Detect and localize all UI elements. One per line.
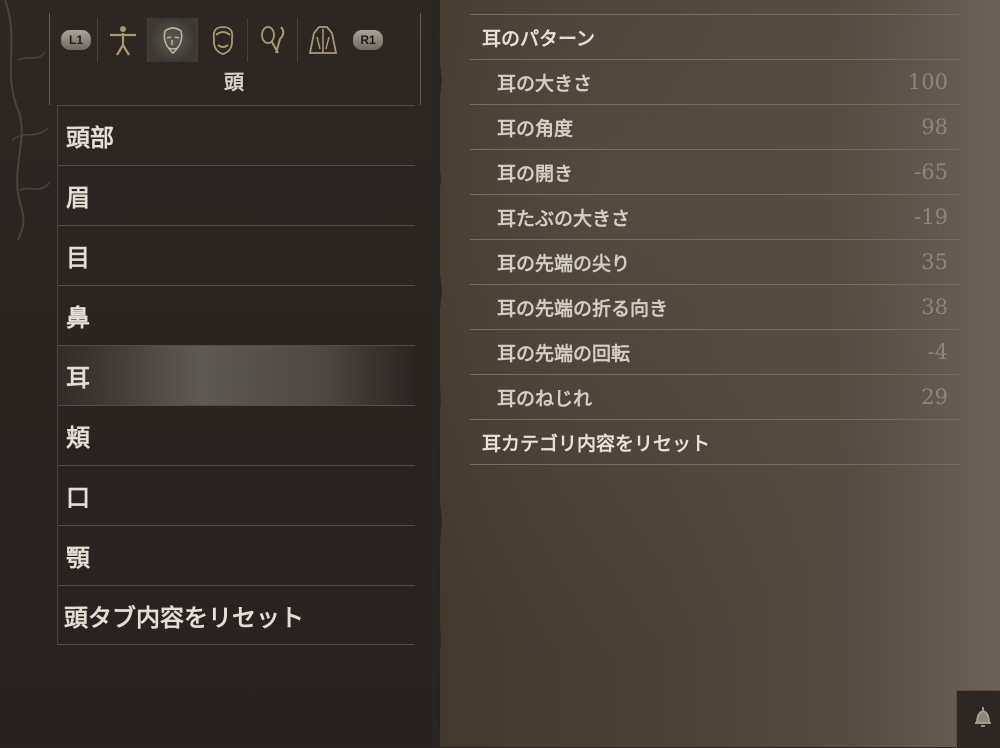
param-value: 98 xyxy=(921,115,948,139)
category-item-nose[interactable]: 鼻 xyxy=(58,285,415,345)
category-list: 頭部 眉 目 鼻 耳 頬 口 顎 頭タブ内容をリセット xyxy=(57,105,415,645)
category-item-eyes[interactable]: 目 xyxy=(58,225,415,285)
param-ear-tip-fold[interactable]: 耳の先端の折る向き 38 xyxy=(470,284,960,329)
param-value: 35 xyxy=(921,250,948,274)
param-ear-tip-pointiness[interactable]: 耳の先端の尖り 35 xyxy=(470,239,960,284)
param-value: 29 xyxy=(921,385,948,409)
param-ear-angle[interactable]: 耳の角度 98 xyxy=(470,104,960,149)
ear-pattern-label: 耳のパターン xyxy=(482,27,596,50)
l1-bumper-button[interactable]: L1 xyxy=(61,30,91,50)
param-label: 耳の開き xyxy=(497,162,574,185)
reset-ear-label: 耳カテゴリ内容をリセット xyxy=(482,432,711,455)
category-item-ears[interactable]: 耳 xyxy=(58,345,415,405)
tab-tools[interactable] xyxy=(247,18,297,62)
param-ear-tip-rotation[interactable]: 耳の先端の回転 -4 xyxy=(470,329,960,374)
ear-pattern-button[interactable]: 耳のパターン xyxy=(470,14,960,59)
face-icon xyxy=(163,27,182,55)
tab-head[interactable] xyxy=(147,18,197,62)
param-label: 耳の角度 xyxy=(497,117,574,140)
torn-edge-decoration xyxy=(432,0,442,747)
param-value: -4 xyxy=(927,340,948,364)
body-icon xyxy=(109,26,136,56)
hair-icon xyxy=(212,26,233,55)
reset-ear-category-button[interactable]: 耳カテゴリ内容をリセット xyxy=(470,419,960,465)
reset-head-tab-button[interactable]: 頭タブ内容をリセット xyxy=(58,585,415,645)
param-ear-size[interactable]: 耳の大きさ 100 xyxy=(470,59,960,104)
bell-icon xyxy=(975,707,991,727)
category-item-jaw[interactable]: 顎 xyxy=(58,525,415,585)
category-item-mouth[interactable]: 口 xyxy=(58,465,415,525)
category-item-scalp[interactable]: 頭部 xyxy=(58,105,415,165)
param-label: 耳のねじれ xyxy=(497,387,593,410)
tab-hair[interactable] xyxy=(197,18,247,62)
corner-widget[interactable] xyxy=(956,690,1000,748)
torso-icon xyxy=(308,26,337,54)
param-value: 100 xyxy=(907,70,948,94)
param-value: 38 xyxy=(921,295,948,319)
param-value: -65 xyxy=(914,160,948,184)
tab-title: 頭 xyxy=(224,70,244,94)
param-value: -19 xyxy=(914,205,948,229)
tab-torso[interactable] xyxy=(297,18,347,62)
tab-body[interactable] xyxy=(97,18,147,62)
category-item-cheeks[interactable]: 頬 xyxy=(58,405,415,465)
param-label: 耳たぶの大きさ xyxy=(497,207,631,230)
param-ear-opening[interactable]: 耳の開き -65 xyxy=(470,149,960,194)
param-ear-twist[interactable]: 耳のねじれ 29 xyxy=(470,374,960,419)
category-item-eyebrows[interactable]: 眉 xyxy=(58,165,415,225)
tab-bar: L1 R1 xyxy=(55,18,413,62)
divider xyxy=(57,644,414,645)
r1-bumper-button[interactable]: R1 xyxy=(353,30,383,50)
param-label: 耳の先端の折る向き xyxy=(497,297,669,320)
param-label: 耳の大きさ xyxy=(497,72,593,95)
param-label: 耳の先端の尖り xyxy=(497,252,631,275)
param-earlobe-size[interactable]: 耳たぶの大きさ -19 xyxy=(470,194,960,239)
param-label: 耳の先端の回転 xyxy=(497,342,631,365)
tools-icon xyxy=(260,26,284,54)
detail-list: 耳のパターン 耳の大きさ 100 耳の角度 98 耳の開き -65 耳たぶの大き… xyxy=(470,14,960,465)
